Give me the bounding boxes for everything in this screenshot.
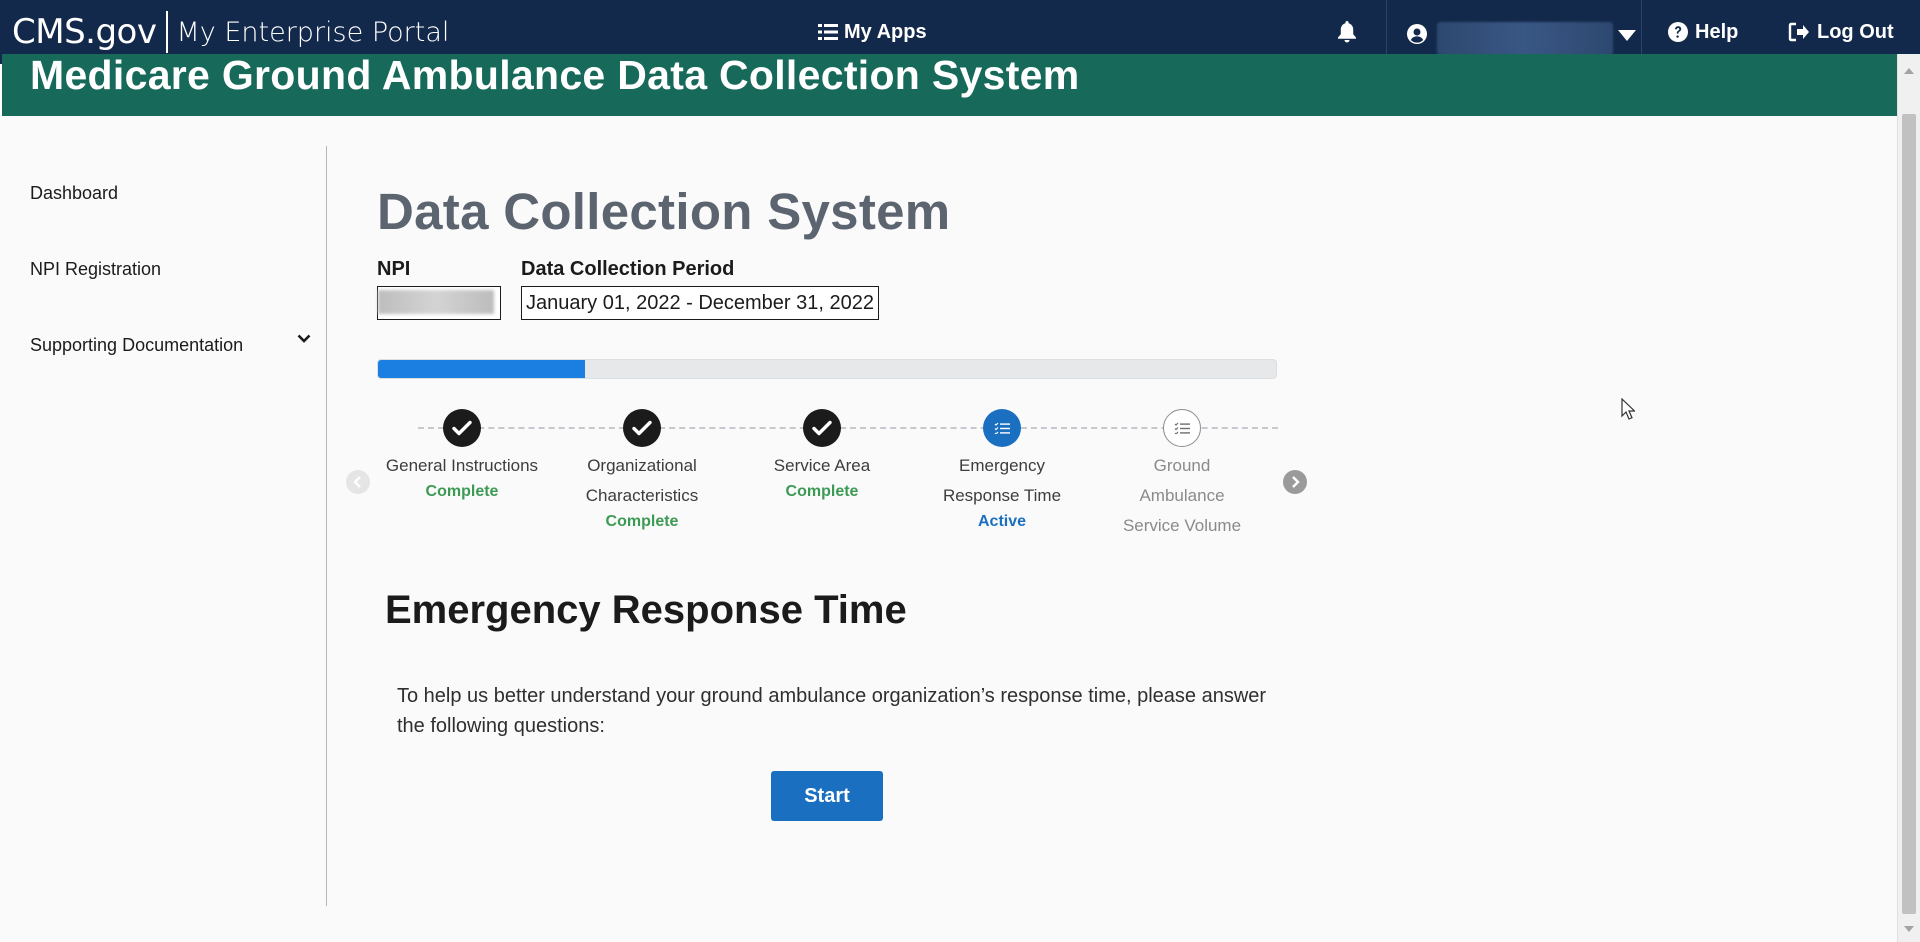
chevron-right-icon	[1292, 476, 1300, 488]
checkmark-icon	[623, 409, 661, 447]
step-5[interactable]: Ground Ambulance Service Volume	[1092, 409, 1272, 541]
npi-label: NPI	[377, 258, 411, 280]
section-description: To help us better understand your ground…	[397, 685, 1267, 737]
portal-name: My Enterprise Portal	[176, 16, 450, 48]
scroll-thumb[interactable]	[1902, 114, 1916, 914]
step-status: Active	[977, 513, 1027, 530]
page-scrollbar[interactable]	[1897, 54, 1920, 942]
bell-icon	[1338, 21, 1356, 43]
page-title: Data Collection System	[377, 183, 951, 240]
step-title: Ground Ambulance Service Volume	[1122, 456, 1242, 535]
step-status: Complete	[785, 483, 859, 500]
step-status: Complete	[605, 513, 679, 530]
step-title: Organizational Characteristics	[585, 456, 699, 505]
npi-value-redacted	[378, 290, 494, 314]
section-title: Emergency Response Time	[385, 588, 907, 632]
sidebar: Dashboard NPI Registration Supporting Do…	[0, 146, 327, 906]
start-button[interactable]: Start	[771, 771, 883, 821]
user-name-redacted	[1437, 22, 1613, 56]
system-banner: Medicare Ground Ambulance Data Collectio…	[2, 54, 1897, 116]
banner-title: Medicare Ground Ambulance Data Collectio…	[30, 54, 1080, 98]
step-4[interactable]: Emergency Response Time Active	[912, 409, 1092, 533]
chevron-down-icon[interactable]	[297, 334, 311, 344]
cms-logo-text: CMS.gov	[12, 12, 157, 52]
checkmark-icon	[443, 409, 481, 447]
stepper-prev-button[interactable]	[346, 470, 370, 494]
checklist-icon	[1163, 409, 1201, 447]
checklist-icon	[983, 409, 1021, 447]
stepper-next-button[interactable]	[1283, 470, 1307, 494]
list-icon	[818, 24, 838, 40]
checkmark-icon	[803, 409, 841, 447]
user-circle-icon	[1407, 24, 1427, 44]
mouse-cursor-icon	[1621, 398, 1635, 420]
log-out-label: Log Out	[1817, 20, 1894, 43]
step-title: Service Area	[773, 456, 871, 475]
sidebar-item-supporting-documentation[interactable]: Supporting Documentation	[30, 335, 243, 356]
brand-divider	[166, 11, 169, 53]
scroll-up-arrow-icon[interactable]	[1904, 68, 1914, 74]
help-label: Help	[1695, 20, 1739, 43]
content-area: Dashboard NPI Registration Supporting Do…	[0, 116, 1897, 942]
npi-value-box	[377, 286, 501, 320]
caret-down-icon	[1618, 30, 1636, 41]
sign-out-icon	[1788, 22, 1809, 42]
step-title: Emergency Response Time	[942, 456, 1062, 505]
main-content: Data Collection System NPI Data Collecti…	[328, 116, 1328, 942]
period-label: Data Collection Period	[521, 258, 735, 280]
sidebar-item-dashboard[interactable]: Dashboard	[30, 183, 118, 204]
my-apps-label: My Apps	[844, 20, 927, 43]
step-3[interactable]: Service Area Complete	[732, 409, 912, 503]
progress-bar-fill	[378, 360, 585, 378]
scroll-down-arrow-icon[interactable]	[1904, 926, 1914, 932]
step-status: Complete	[425, 483, 499, 500]
step-1[interactable]: General Instructions Complete	[372, 409, 552, 503]
period-value-box: January 01, 2022 - December 31, 2022	[521, 286, 879, 320]
app-window: CMS.gov My Enterprise Portal My Apps Hel…	[0, 0, 1920, 942]
progress-bar	[377, 359, 1277, 379]
sidebar-item-npi-registration[interactable]: NPI Registration	[30, 259, 161, 280]
brand-logo[interactable]: CMS.gov My Enterprise Portal	[12, 10, 449, 54]
step-2[interactable]: Organizational Characteristics Complete	[552, 409, 732, 533]
step-title: General Instructions	[385, 456, 539, 475]
chevron-left-icon	[353, 476, 361, 488]
question-circle-icon	[1668, 22, 1688, 42]
